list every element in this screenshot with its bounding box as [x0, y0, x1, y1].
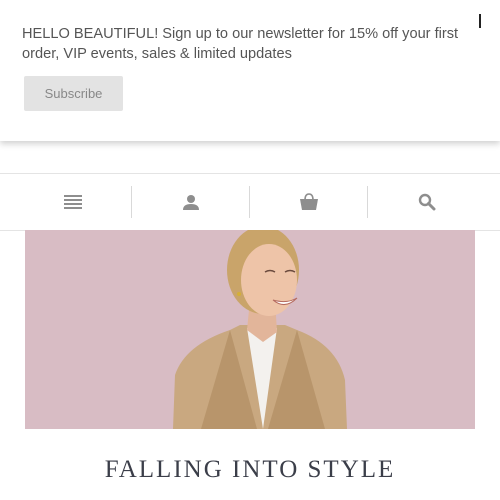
newsletter-banner: HELLO BEAUTIFUL! Sign up to our newslett…	[0, 0, 500, 141]
account-button[interactable]	[132, 174, 249, 230]
menu-button[interactable]	[14, 174, 131, 230]
user-icon	[182, 195, 199, 210]
search-icon	[418, 193, 435, 211]
hero-image[interactable]	[25, 230, 475, 429]
subscribe-button[interactable]: Subscribe	[24, 76, 123, 111]
close-icon[interactable]	[479, 14, 481, 28]
main-nav	[0, 173, 500, 231]
shopping-bag-icon	[299, 193, 318, 210]
menu-icon	[63, 195, 82, 209]
search-button[interactable]	[368, 174, 485, 230]
woman-laughing-camel-blazer	[25, 230, 475, 429]
page-headline: FALLING INTO STYLE	[104, 456, 396, 483]
cart-button[interactable]	[250, 174, 367, 230]
newsletter-message: HELLO BEAUTIFUL! Sign up to our newslett…	[22, 26, 459, 62]
